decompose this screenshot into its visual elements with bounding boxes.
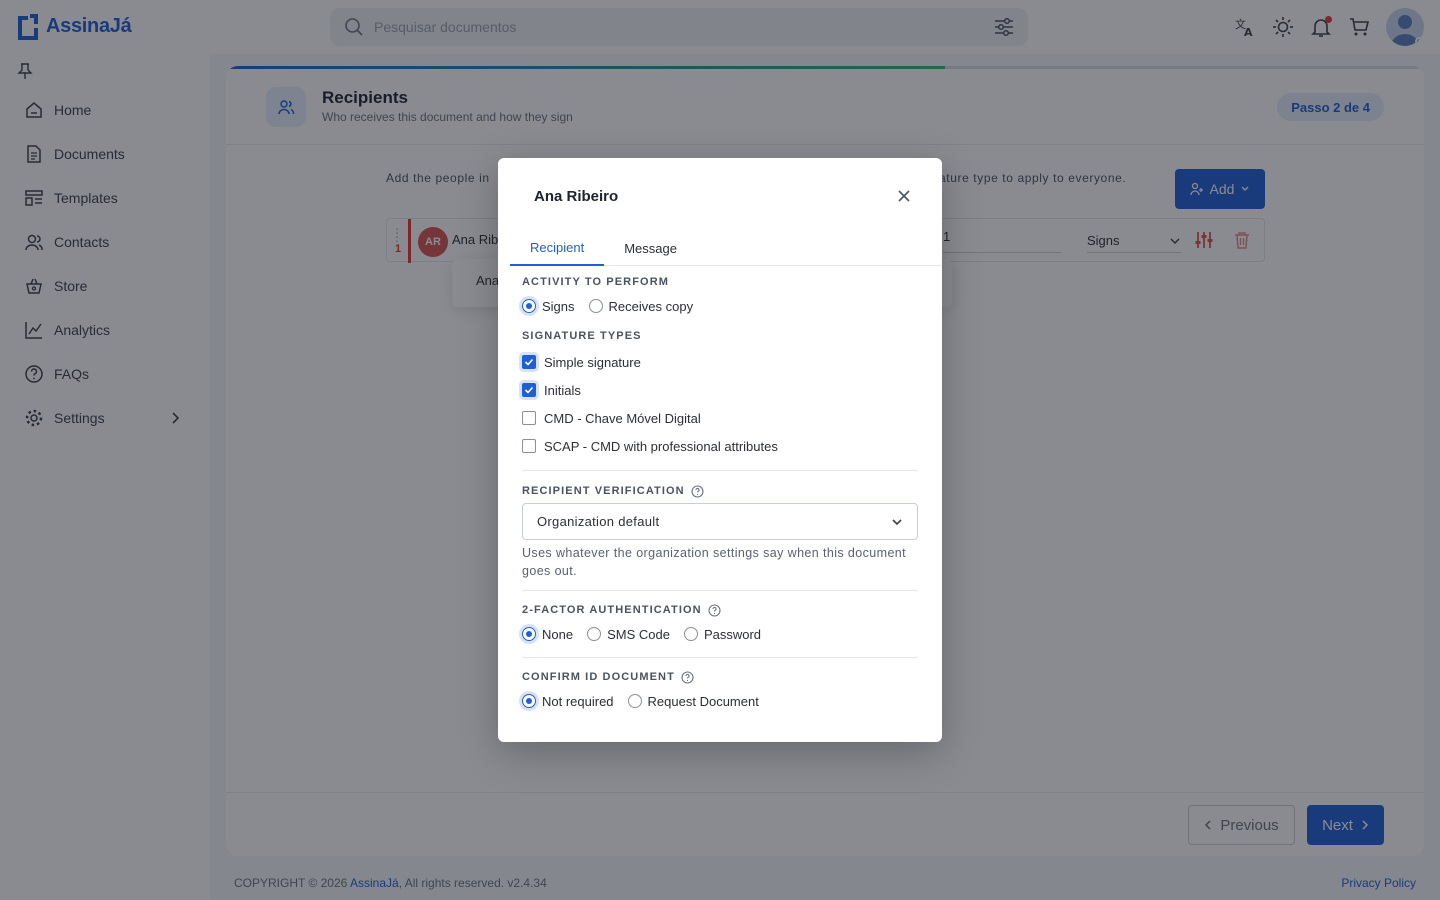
confirm-id-label: CONFIRM ID DOCUMENT: [522, 671, 675, 683]
modal-body: ACTIVITY TO PERFORM Signs Receives copy …: [522, 268, 918, 713]
tab-message[interactable]: Message: [604, 230, 697, 266]
radio-label: SMS Code: [607, 626, 670, 642]
radio-button[interactable]: [683, 627, 698, 641]
two-factor-label: 2-FACTOR AUTHENTICATION: [522, 604, 702, 616]
verification-section-label: RECIPIENT VERIFICATION: [522, 484, 918, 498]
section-divider: [522, 470, 918, 471]
radio-button[interactable]: [522, 627, 536, 641]
signature-option-initials[interactable]: Initials: [522, 376, 918, 404]
signature-types-label: SIGNATURE TYPES: [522, 330, 642, 342]
radio-label: Signs: [542, 298, 575, 314]
signature-option-cmd[interactable]: CMD - Chave Móvel Digital: [522, 404, 918, 432]
modal-tabs: Recipient Message: [510, 230, 942, 266]
confirm-id-option-request-document[interactable]: Request Document: [627, 693, 759, 709]
checkbox[interactable]: [522, 411, 536, 425]
radio-label: Request Document: [647, 693, 759, 709]
checkbox[interactable]: [522, 439, 536, 453]
confirm-id-option-not-required[interactable]: Not required: [522, 694, 614, 709]
activity-section-label: ACTIVITY TO PERFORM: [522, 275, 918, 289]
two-factor-option-password[interactable]: Password: [683, 626, 762, 642]
two-factor-option-sms[interactable]: SMS Code: [587, 627, 670, 642]
info-icon[interactable]: [681, 670, 694, 684]
radio-button[interactable]: [627, 694, 642, 708]
info-icon[interactable]: [708, 603, 721, 617]
check-icon: [524, 386, 534, 394]
radio-label: None: [542, 626, 574, 642]
checkbox-label: CMD - Chave Móvel Digital: [544, 410, 701, 426]
signature-option-scap[interactable]: SCAP - CMD with professional attributes: [522, 432, 918, 460]
radio-button[interactable]: [588, 299, 603, 313]
modal-title: Ana Ribeiro: [534, 188, 619, 205]
two-factor-section-label: 2-FACTOR AUTHENTICATION: [522, 603, 918, 617]
signature-option-simple[interactable]: Simple signature: [522, 348, 918, 376]
verification-label: RECIPIENT VERIFICATION: [522, 485, 685, 497]
activity-option-receives-copy[interactable]: Receives copy: [588, 298, 694, 314]
signature-types-list: Simple signature Initials CMD - Chave Mó…: [522, 348, 918, 460]
check-icon: [524, 358, 534, 366]
radio-button[interactable]: [587, 627, 602, 641]
signature-types-section-label: SIGNATURE TYPES: [522, 329, 918, 343]
checkbox-label: SCAP - CMD with professional attributes: [544, 438, 778, 454]
activity-radio-group: Signs Receives copy: [522, 294, 918, 318]
verification-select[interactable]: Organization default: [522, 503, 918, 540]
activity-label: ACTIVITY TO PERFORM: [522, 276, 670, 288]
radio-label: Receives copy: [608, 298, 694, 314]
checkbox-label: Simple signature: [544, 354, 641, 370]
checkbox[interactable]: [522, 383, 536, 397]
confirm-id-radio-group: Not required Request Document: [522, 689, 918, 713]
checkbox[interactable]: [522, 355, 536, 369]
radio-label: Not required: [542, 693, 614, 709]
close-icon[interactable]: [896, 188, 912, 204]
tab-recipient[interactable]: Recipient: [510, 230, 605, 266]
chevron-down-icon: [892, 518, 902, 525]
recipient-settings-modal: Ana Ribeiro Recipient Message ACTIVITY T…: [498, 158, 942, 742]
verification-hint: Uses whatever the organization settings …: [522, 546, 907, 578]
section-divider: [522, 657, 918, 658]
two-factor-radio-group: None SMS Code Password: [522, 622, 918, 646]
radio-label: Password: [703, 626, 762, 642]
checkbox-label: Initials: [544, 382, 581, 398]
activity-option-signs[interactable]: Signs: [522, 299, 575, 314]
info-icon[interactable]: [691, 484, 704, 498]
confirm-id-section-label: CONFIRM ID DOCUMENT: [522, 670, 918, 684]
section-divider: [522, 590, 918, 591]
verification-value: Organization default: [537, 514, 660, 529]
radio-button[interactable]: [522, 299, 536, 313]
two-factor-option-none[interactable]: None: [522, 627, 573, 642]
radio-button[interactable]: [522, 694, 536, 708]
